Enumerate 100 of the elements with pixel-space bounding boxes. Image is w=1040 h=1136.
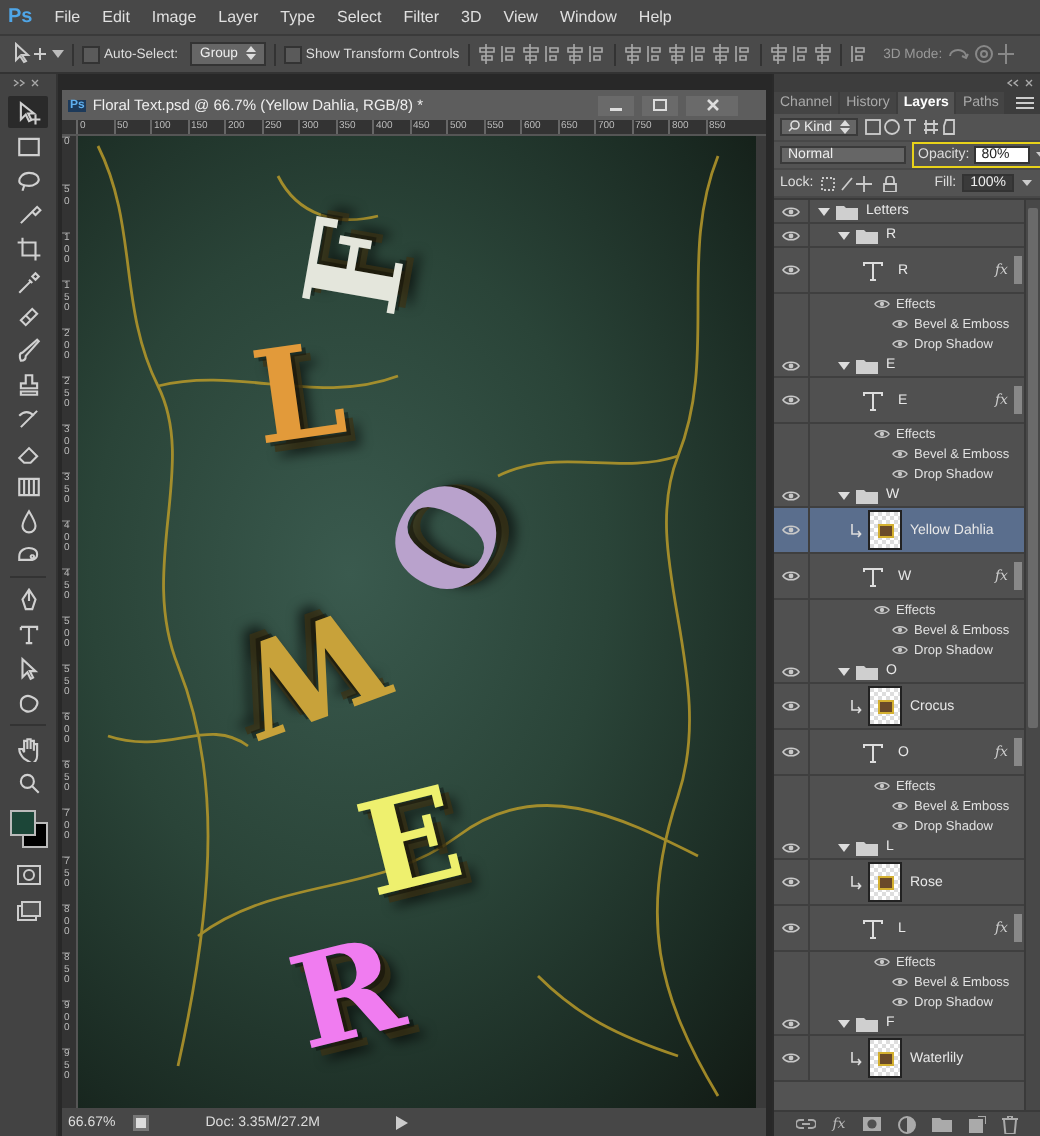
- align-icon[interactable]: [689, 44, 708, 64]
- move-tool-icon: [15, 99, 41, 125]
- eye-icon[interactable]: [892, 624, 908, 636]
- eye-icon[interactable]: [782, 229, 800, 241]
- menu-item[interactable]: Type: [280, 8, 316, 26]
- eye-icon[interactable]: [782, 524, 800, 536]
- eye-icon[interactable]: [892, 448, 908, 460]
- eye-icon[interactable]: [782, 922, 800, 934]
- folder-icon[interactable]: [931, 1116, 952, 1132]
- scrollbar[interactable]: [1024, 200, 1040, 1110]
- show-transform-checkbox[interactable]: [283, 45, 302, 63]
- color-swatches[interactable]: [8, 808, 48, 848]
- type-tool-icon: [15, 621, 41, 647]
- new-layer-icon[interactable]: [967, 1115, 986, 1133]
- maximize-button[interactable]: [642, 95, 678, 115]
- align-icon[interactable]: [623, 44, 642, 64]
- eye-icon[interactable]: [874, 428, 890, 440]
- move-tool-icon[interactable]: [12, 42, 48, 66]
- eye-icon[interactable]: [782, 1017, 800, 1029]
- expand-triangle-icon[interactable]: [838, 359, 850, 371]
- close-button[interactable]: [686, 95, 738, 115]
- expand-triangle-icon[interactable]: [838, 841, 850, 853]
- folder-icon: [836, 203, 858, 219]
- play-icon[interactable]: [395, 1115, 408, 1129]
- menu-item[interactable]: View: [503, 8, 538, 26]
- trash-icon[interactable]: [1001, 1115, 1018, 1133]
- menu-item[interactable]: Edit: [102, 8, 130, 26]
- eye-icon[interactable]: [782, 264, 800, 276]
- align-icon[interactable]: [565, 44, 584, 64]
- layer-thumbnail: [868, 686, 902, 726]
- caret-icon[interactable]: [52, 48, 64, 60]
- eye-icon[interactable]: [782, 570, 800, 582]
- eye-icon[interactable]: [874, 298, 890, 310]
- expand-triangle-icon[interactable]: [838, 489, 850, 501]
- align-icon[interactable]: [521, 44, 540, 64]
- collapse-icon[interactable]: [12, 78, 44, 88]
- eye-icon[interactable]: [892, 338, 908, 350]
- eye-icon[interactable]: [892, 468, 908, 480]
- eye-icon[interactable]: [892, 800, 908, 812]
- eye-icon[interactable]: [782, 394, 800, 406]
- menu-item[interactable]: Select: [337, 8, 382, 26]
- align-icon[interactable]: [733, 44, 752, 64]
- eye-icon[interactable]: [782, 700, 800, 712]
- panel-menu-icon[interactable]: [1016, 96, 1034, 110]
- link-icon[interactable]: [796, 1118, 817, 1130]
- eye-icon[interactable]: [782, 205, 800, 217]
- eye-icon[interactable]: [782, 1052, 800, 1064]
- share-icon[interactable]: [131, 1113, 150, 1131]
- drag-3d-icon[interactable]: [998, 44, 1015, 64]
- expand-triangle-icon[interactable]: [818, 205, 830, 217]
- align-icon[interactable]: [499, 44, 518, 64]
- eye-icon[interactable]: [782, 489, 800, 501]
- align-icon[interactable]: [791, 44, 810, 64]
- eye-icon[interactable]: [892, 996, 908, 1008]
- eye-icon[interactable]: [892, 820, 908, 832]
- eye-icon[interactable]: [892, 318, 908, 330]
- menu-item[interactable]: Image: [151, 8, 197, 26]
- minimize-button[interactable]: [598, 95, 634, 115]
- collapse-icon[interactable]: [1004, 78, 1036, 88]
- adjustment-icon[interactable]: [897, 1115, 916, 1133]
- eye-icon[interactable]: [782, 359, 800, 371]
- eye-icon[interactable]: [782, 746, 800, 758]
- eye-icon[interactable]: [874, 956, 890, 968]
- menu-item[interactable]: File: [54, 8, 81, 26]
- menu-item[interactable]: Layer: [218, 8, 259, 26]
- align-icon[interactable]: [587, 44, 606, 64]
- align-icon[interactable]: [813, 44, 832, 64]
- menu-item[interactable]: 3D: [461, 8, 482, 26]
- move-tool-button[interactable]: [8, 96, 48, 128]
- shape-tool-icon: [15, 689, 41, 715]
- align-icon[interactable]: [849, 44, 868, 64]
- align-icon[interactable]: [477, 44, 496, 64]
- roll-3d-icon[interactable]: [974, 44, 995, 64]
- filter-icons[interactable]: [864, 118, 957, 136]
- align-icon[interactable]: [543, 44, 562, 64]
- align-icon[interactable]: [711, 44, 730, 64]
- align-icon[interactable]: [667, 44, 686, 64]
- menu-item[interactable]: Window: [559, 8, 617, 26]
- layer-thumbnail: [868, 862, 902, 902]
- letter-artwork: E: [347, 770, 474, 918]
- eye-icon[interactable]: [782, 841, 800, 853]
- screen-mode-icon[interactable]: [15, 900, 41, 922]
- menu-item[interactable]: Filter: [403, 8, 440, 26]
- mask-icon[interactable]: [861, 1116, 882, 1132]
- menu-item[interactable]: Help: [638, 8, 672, 26]
- rotate-3d-icon[interactable]: [946, 44, 971, 64]
- eye-icon[interactable]: [874, 604, 890, 616]
- expand-triangle-icon[interactable]: [838, 665, 850, 677]
- align-icon[interactable]: [769, 44, 788, 64]
- eye-icon[interactable]: [892, 644, 908, 656]
- expand-triangle-icon[interactable]: [838, 229, 850, 241]
- lock-icons[interactable]: [819, 175, 900, 191]
- auto-select-checkbox[interactable]: [82, 45, 100, 63]
- eye-icon[interactable]: [782, 876, 800, 888]
- eye-icon[interactable]: [892, 976, 908, 988]
- quick-mask-icon[interactable]: [15, 864, 41, 886]
- align-icon[interactable]: [645, 44, 664, 64]
- eye-icon[interactable]: [782, 665, 800, 677]
- eye-icon[interactable]: [874, 780, 890, 792]
- expand-triangle-icon[interactable]: [838, 1017, 850, 1029]
